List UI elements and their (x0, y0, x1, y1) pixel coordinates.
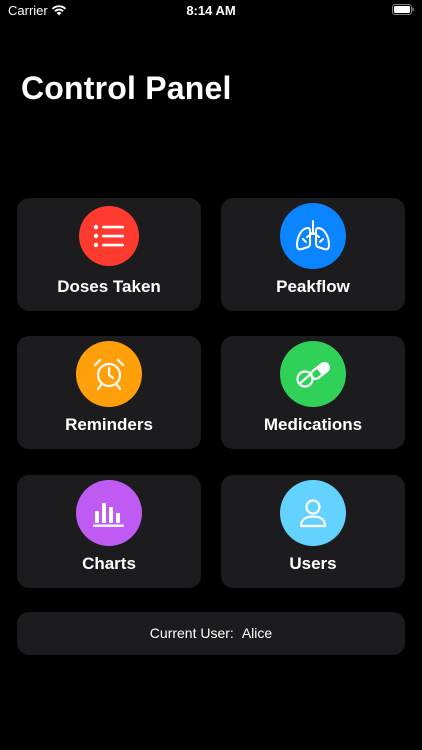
page-title: Control Panel (21, 70, 232, 106)
lungs-icon (296, 220, 330, 251)
peakflow-label: Peakflow (276, 277, 350, 296)
person-icon (299, 499, 327, 528)
current-user-name: Alice (241, 625, 273, 641)
peakflow-tile[interactable]: Peakflow (221, 198, 405, 311)
charts-label: Charts (82, 554, 136, 573)
status-bar: Carrier 8:14 AM (0, 0, 422, 24)
users-icon-circle (280, 480, 346, 546)
list-icon (93, 224, 124, 248)
medications-icon-circle (280, 341, 346, 407)
current-user-bar: Current User: Alice (17, 612, 405, 655)
reminders-tile[interactable]: Reminders (17, 336, 201, 449)
current-user-label: Current User: (149, 625, 234, 641)
peakflow-icon-circle (280, 203, 346, 269)
pills-icon (296, 362, 330, 388)
reminders-label: Reminders (65, 415, 153, 434)
users-label: Users (289, 554, 337, 573)
doses-taken-tile[interactable]: Doses Taken (17, 198, 201, 311)
medications-label: Medications (263, 415, 363, 434)
battery-icon (392, 4, 414, 15)
doses-icon-circle (79, 206, 139, 266)
medications-tile[interactable]: Medications (221, 336, 405, 449)
charts-icon-circle (76, 480, 142, 546)
bar-chart-icon (93, 503, 124, 527)
doses-taken-label: Doses Taken (57, 277, 161, 296)
alarm-clock-icon (93, 358, 125, 391)
charts-tile[interactable]: Charts (17, 475, 201, 588)
users-tile[interactable]: Users (221, 475, 405, 588)
status-time: 8:14 AM (186, 3, 236, 18)
reminders-icon-circle (76, 341, 142, 407)
